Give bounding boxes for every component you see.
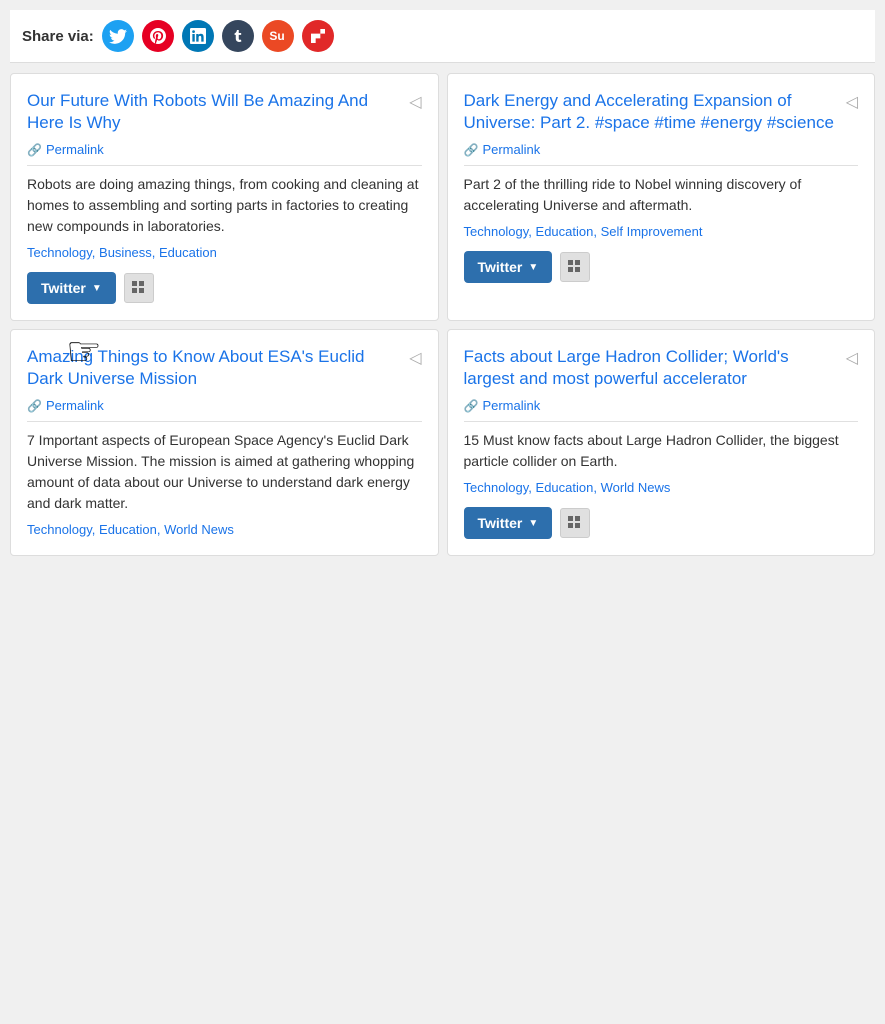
card-title-robots[interactable]: Our Future With Robots Will Be Amazing A… <box>27 90 403 134</box>
link-icon-3: 🔗 <box>27 399 42 413</box>
permalink-label-1[interactable]: Permalink <box>46 142 104 157</box>
twitter-button-1[interactable]: Twitter ▼ <box>27 272 116 304</box>
card-desc-dark-energy: Part 2 of the thrilling ride to Nobel wi… <box>464 174 859 216</box>
card-desc-euclid: 7 Important aspects of European Space Ag… <box>27 430 422 514</box>
speaker-icon-4[interactable]: ◁ <box>846 348 858 368</box>
card-tags-euclid[interactable]: Technology, Education, World News <box>27 522 422 537</box>
share-label: Share via: <box>22 28 94 45</box>
share-bar: Share via: Su <box>10 10 875 63</box>
card-title-dark-energy[interactable]: Dark Energy and Accelerating Expansion o… <box>464 90 840 134</box>
permalink-2[interactable]: 🔗 Permalink <box>464 142 859 166</box>
twitter-share-icon[interactable] <box>102 20 134 52</box>
card-title-hadron[interactable]: Facts about Large Hadron Collider; World… <box>464 346 840 390</box>
card-tags-robots[interactable]: Technology, Business, Education <box>27 245 422 260</box>
twitter-btn-label-4: Twitter <box>478 515 523 531</box>
speaker-icon-1[interactable]: ◁ <box>409 92 421 112</box>
twitter-button-2[interactable]: Twitter ▼ <box>464 251 553 283</box>
twitter-btn-arrow-4: ▼ <box>528 518 538 529</box>
card-desc-hadron: 15 Must know facts about Large Hadron Co… <box>464 430 859 472</box>
speaker-icon-3[interactable]: ◁ <box>409 348 421 368</box>
permalink-label-2[interactable]: Permalink <box>482 142 540 157</box>
permalink-label-3[interactable]: Permalink <box>46 398 104 413</box>
card-title-row-3: Amazing Things to Know About ESA's Eucli… <box>27 346 422 390</box>
twitter-btn-arrow-2: ▼ <box>528 262 538 273</box>
link-icon-2: 🔗 <box>464 143 479 157</box>
permalink-3[interactable]: 🔗 Permalink <box>27 398 422 422</box>
grid-options-btn-4[interactable] <box>560 508 590 538</box>
card-title-row-1: Our Future With Robots Will Be Amazing A… <box>27 90 422 134</box>
card-actions-robots: Twitter ▼ <box>27 272 422 304</box>
flipboard-share-icon[interactable] <box>302 20 334 52</box>
grid-options-btn-1[interactable] <box>124 273 154 303</box>
permalink-label-4[interactable]: Permalink <box>482 398 540 413</box>
card-title-row-2: Dark Energy and Accelerating Expansion o… <box>464 90 859 134</box>
svg-text:Su: Su <box>269 29 284 43</box>
pinterest-share-icon[interactable] <box>142 20 174 52</box>
tumblr-share-icon[interactable] <box>222 20 254 52</box>
twitter-btn-label-2: Twitter <box>478 259 523 275</box>
card-actions-dark-energy: Twitter ▼ <box>464 251 859 283</box>
card-tags-hadron[interactable]: Technology, Education, World News <box>464 480 859 495</box>
card-actions-hadron: Twitter ▼ <box>464 507 859 539</box>
card-hadron: Facts about Large Hadron Collider; World… <box>447 329 876 556</box>
link-icon-4: 🔗 <box>464 399 479 413</box>
link-icon-1: 🔗 <box>27 143 42 157</box>
card-dark-energy: Dark Energy and Accelerating Expansion o… <box>447 73 876 321</box>
speaker-icon-2[interactable]: ◁ <box>846 92 858 112</box>
card-tags-dark-energy[interactable]: Technology, Education, Self Improvement <box>464 224 859 239</box>
twitter-btn-label-1: Twitter <box>41 280 86 296</box>
card-euclid: Amazing Things to Know About ESA's Eucli… <box>10 329 439 556</box>
stumbleupon-share-icon[interactable]: Su <box>262 20 294 52</box>
cards-grid: Our Future With Robots Will Be Amazing A… <box>10 73 875 556</box>
permalink-4[interactable]: 🔗 Permalink <box>464 398 859 422</box>
card-desc-robots: Robots are doing amazing things, from co… <box>27 174 422 237</box>
twitter-button-4[interactable]: Twitter ▼ <box>464 507 553 539</box>
grid-options-btn-2[interactable] <box>560 252 590 282</box>
card-title-row-4: Facts about Large Hadron Collider; World… <box>464 346 859 390</box>
twitter-btn-arrow-1: ▼ <box>92 283 102 294</box>
card-robots: Our Future With Robots Will Be Amazing A… <box>10 73 439 321</box>
linkedin-share-icon[interactable] <box>182 20 214 52</box>
card-title-euclid[interactable]: Amazing Things to Know About ESA's Eucli… <box>27 346 403 390</box>
permalink-1[interactable]: 🔗 Permalink <box>27 142 422 166</box>
